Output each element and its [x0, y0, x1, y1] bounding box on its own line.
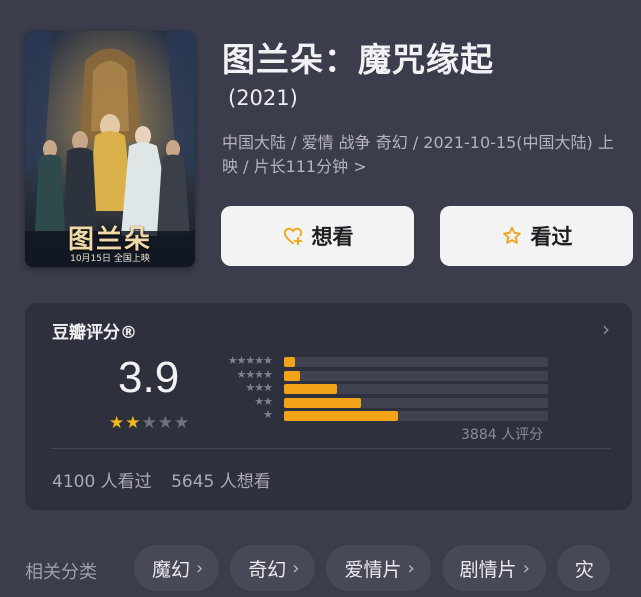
star-filled-icon: ★: [125, 413, 141, 433]
star-filled-icon: ★: [109, 413, 125, 433]
movie-year: (2021): [228, 86, 298, 110]
chevron-right-icon: ›: [196, 557, 204, 579]
rating-distribution-bar: [284, 384, 337, 394]
rating-distribution-row: ★: [215, 408, 555, 423]
want-to-watch-button[interactable]: 想看: [221, 206, 414, 266]
rating-distribution-track: [284, 397, 548, 408]
rating-distribution-bar: [284, 397, 361, 408]
related-tags-list: 魔幻 › 奇幻 › 爱情片 › 剧情片 › 灾: [134, 545, 610, 591]
rating-distribution-track: [284, 370, 548, 381]
tag-label: 剧情片: [459, 558, 517, 581]
tag-label: 魔幻: [152, 558, 191, 581]
rating-score: 3.9: [118, 353, 180, 402]
poster-release-date: 10月15日 全国上映: [70, 254, 150, 264]
watched-count[interactable]: 4100 人看过: [52, 472, 152, 492]
want-to-watch-label: 想看: [311, 225, 354, 249]
movie-meta-info[interactable]: 中国大陆 / 爱情 战争 奇幻 / 2021-10-15(中国大陆) 上映 / …: [222, 131, 622, 179]
divider: [51, 448, 610, 449]
star-empty-icon: ★: [157, 413, 173, 433]
rating-distribution-stars: ★★★★★: [227, 354, 273, 367]
rating-distribution-track: [284, 411, 548, 421]
tag-chip[interactable]: 奇幻 ›: [230, 545, 316, 591]
watched-label: 看过: [530, 225, 573, 249]
tag-chip[interactable]: 灾: [556, 545, 610, 591]
tag-label: 奇幻: [248, 558, 287, 581]
rating-distribution-track: [284, 384, 548, 394]
chevron-right-icon: ›: [292, 557, 300, 579]
heart-plus-icon: [283, 227, 302, 246]
rating-count: 3884 人评分: [461, 427, 544, 443]
movie-title: 图兰朵：魔咒缘起: [222, 40, 494, 79]
movie-detail-page: 图兰朵 10月15日 全国上映 图兰朵：魔咒缘起 (2021) 中国大陆 / 爱…: [0, 0, 641, 597]
related-tags-label: 相关分类: [25, 562, 97, 583]
tag-chip[interactable]: 魔幻 ›: [134, 545, 220, 591]
audience-stats: 4100 人看过 5645 人想看: [52, 467, 285, 492]
movie-poster[interactable]: 图兰朵 10月15日 全国上映: [25, 31, 195, 267]
chevron-right-icon: ›: [407, 557, 415, 579]
star-empty-icon: ★: [141, 413, 157, 433]
rating-distribution-stars: ★★★: [245, 381, 273, 394]
rating-distribution-bar: [284, 411, 398, 421]
star-empty-icon: ★: [174, 413, 190, 433]
tag-chip[interactable]: 剧情片 ›: [441, 545, 546, 591]
rating-distribution-bar: [284, 370, 300, 381]
tag-chip[interactable]: 爱情片 ›: [326, 545, 431, 591]
tag-label: 爱情片: [344, 558, 402, 581]
star-outline-icon: [502, 226, 521, 244]
rating-card-title: 豆瓣评分®: [52, 323, 137, 343]
rating-stars: ★ ★ ★ ★ ★: [109, 415, 189, 432]
wish-count[interactable]: 5645 人想看: [171, 472, 271, 492]
rating-distribution-bar: [284, 357, 295, 367]
chevron-right-icon[interactable]: ›: [602, 317, 610, 341]
rating-distribution-stars: ★: [263, 408, 273, 421]
rating-distribution-track: [284, 357, 548, 367]
rating-distribution-stars: ★★: [254, 394, 273, 408]
douban-rating-card[interactable]: 豆瓣评分® › 3.9 ★ ★ ★ ★ ★ ★★★★★ ★★★★ ★★★ ★★ ★ 3884 人…: [25, 303, 632, 510]
tag-label: 灾: [574, 558, 594, 581]
rating-distribution-stars: ★★★★: [236, 367, 273, 381]
watched-button[interactable]: 看过: [440, 206, 633, 266]
chevron-right-icon: ›: [522, 557, 530, 579]
